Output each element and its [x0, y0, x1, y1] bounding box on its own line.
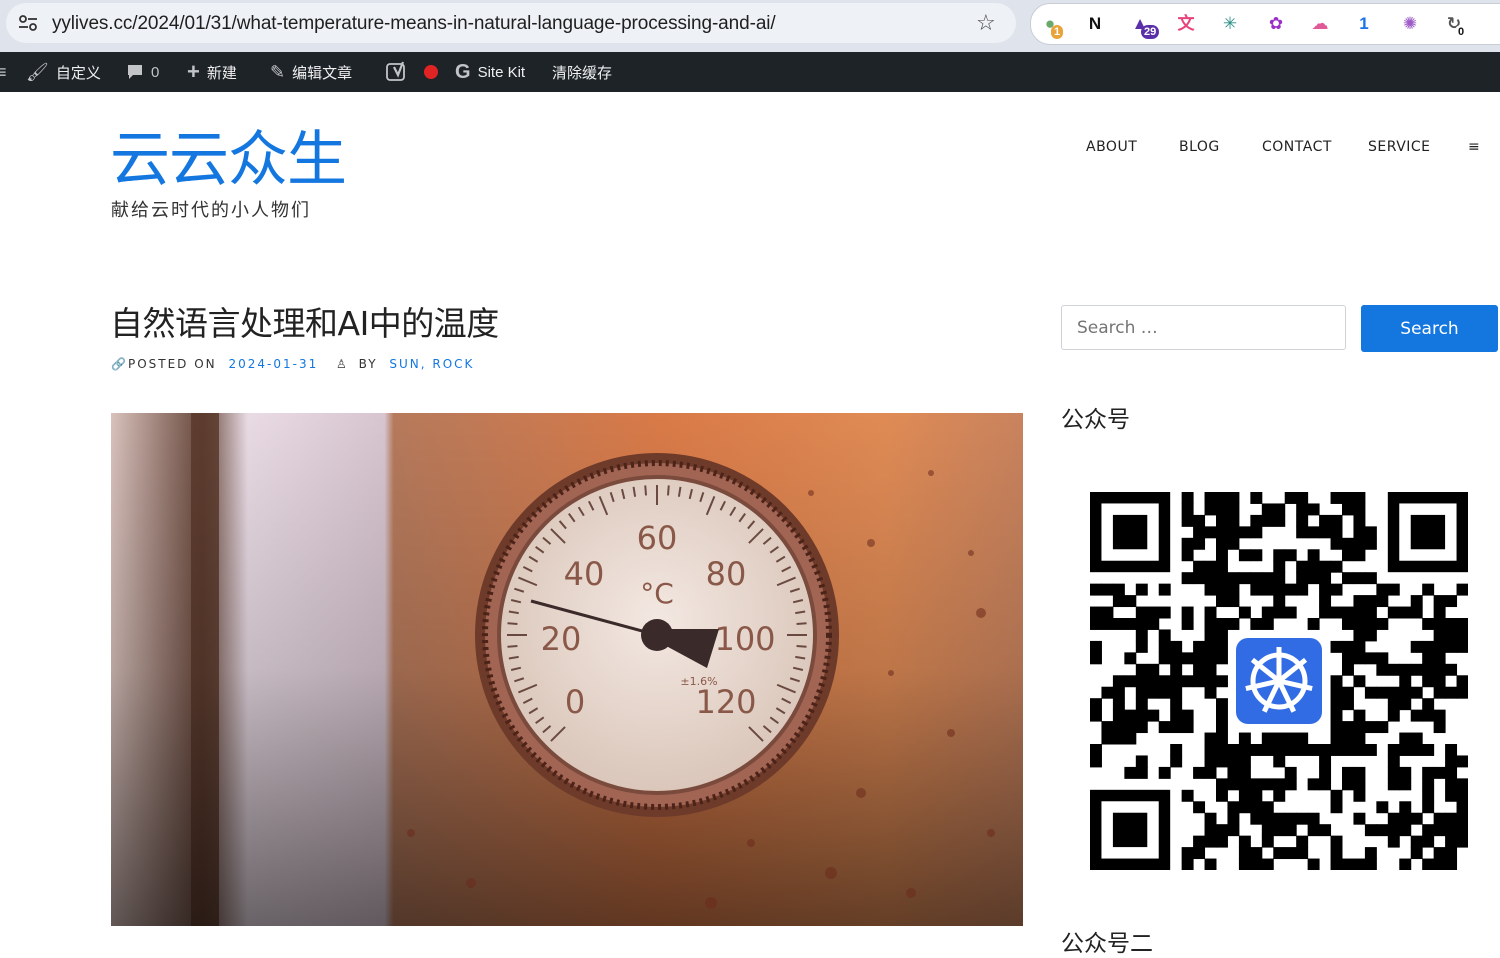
link-icon: 🔗	[111, 357, 128, 371]
comment-icon	[128, 65, 142, 79]
featured-image: 0 20 40 60 80 100 120 °C ±1.6%	[111, 413, 1023, 926]
gauge-label-60: 60	[637, 519, 678, 557]
widget-title-wechat: 公众号	[1061, 407, 1130, 433]
google-g-icon: G	[455, 60, 471, 83]
pencil-icon: ✎	[270, 62, 286, 82]
admin-edit-post-link[interactable]: ✎ 编辑文章	[270, 52, 352, 92]
customize-label: 自定义	[55, 64, 101, 82]
notion-extension-icon[interactable]: N	[1084, 13, 1106, 35]
site-settings-icon[interactable]	[18, 14, 38, 32]
url-text[interactable]: yylives.cc/2024/01/31/what-temperature-m…	[52, 13, 776, 35]
search-input[interactable]	[1061, 305, 1346, 350]
comments-count: 0	[151, 63, 160, 81]
grammar-extension-badge: 1	[1051, 25, 1064, 39]
search-button[interactable]: Search	[1361, 305, 1498, 352]
pattern-extension-icon[interactable]: ✳	[1219, 13, 1241, 35]
site-title[interactable]: 云云众生	[110, 124, 347, 196]
gauge-unit: °C	[640, 577, 674, 610]
wp-admin-bar: ≡ 🖌 自定义 0 + 新建 ✎ 编辑文章 G Site Kit 清除缓存	[0, 52, 1500, 92]
widget-title-next: 公众号二	[1061, 931, 1153, 957]
gauge-label-100: 100	[714, 620, 775, 658]
wechat-qr-code	[1090, 492, 1468, 870]
nav-contact[interactable]: CONTACT	[1262, 139, 1332, 155]
site-tagline: 献给云时代的小人物们	[111, 200, 311, 221]
edit-post-label: 编辑文章	[292, 64, 353, 82]
gauge-tolerance: ±1.6%	[680, 675, 717, 688]
purple-extension-icon[interactable]: ✿	[1265, 13, 1287, 35]
brush-icon: 🖌	[26, 62, 49, 82]
cloud-extension-icon[interactable]: ☁	[1309, 13, 1331, 35]
gauge-label-120: 120	[695, 683, 756, 721]
nav-blog[interactable]: BLOG	[1179, 139, 1220, 155]
admin-new-link[interactable]: + 新建	[187, 52, 237, 92]
translate-extension-icon[interactable]: 文	[1175, 13, 1197, 35]
clear-cache-label: 清除缓存	[552, 64, 613, 82]
openai-extension-icon[interactable]: ✺	[1399, 13, 1421, 35]
post-title: 自然语言处理和AI中的温度	[110, 304, 499, 343]
gauge-label-0: 0	[565, 683, 585, 721]
by-label: BY	[358, 357, 378, 371]
extensions-toolbar: ● 1 N ▲ 29 文 ✳ ✿ ☁ 1 ✺ ↻ 0	[1030, 3, 1500, 45]
admin-menu-toggle[interactable]: ≡	[0, 52, 7, 92]
post-authors-link[interactable]: SUN, ROCK	[389, 357, 474, 371]
nav-menu-toggle[interactable]: ≡	[1468, 139, 1480, 155]
address-bar[interactable]: yylives.cc/2024/01/31/what-temperature-m…	[6, 3, 1016, 43]
author-icon: ♙	[336, 357, 349, 371]
gauge-label-20: 20	[541, 620, 582, 658]
nav-about[interactable]: ABOUT	[1086, 139, 1137, 155]
refresh-extension-badge: 0	[1455, 25, 1468, 39]
blue-extension-icon[interactable]: 1	[1353, 13, 1375, 35]
seo-status-dot	[424, 65, 438, 79]
plus-icon: +	[187, 59, 200, 84]
admin-yoast-link[interactable]	[386, 52, 438, 92]
menu-icon: ≡	[0, 62, 7, 82]
admin-comments-link[interactable]: 0	[126, 52, 159, 92]
yoast-icon	[386, 61, 405, 81]
admin-sitekit-link[interactable]: G Site Kit	[455, 52, 525, 92]
admin-customize-link[interactable]: 🖌 自定义	[26, 52, 101, 92]
browser-chrome: yylives.cc/2024/01/31/what-temperature-m…	[0, 0, 1500, 52]
scholar-extension-badge: 29	[1141, 25, 1160, 39]
nav-service[interactable]: SERVICE	[1368, 139, 1431, 155]
gauge-label-40: 40	[564, 555, 605, 593]
gauge-label-80: 80	[706, 555, 747, 593]
admin-clear-cache-link[interactable]: 清除缓存	[552, 52, 612, 92]
bookmark-star-icon[interactable]: ☆	[976, 12, 996, 34]
post-meta: 🔗POSTED ON 2024-01-31 ♙ BY SUN, ROCK	[111, 357, 474, 371]
post-date-link[interactable]: 2024-01-31	[228, 357, 318, 371]
new-label: 新建	[206, 64, 237, 82]
posted-on-label: POSTED ON	[127, 357, 217, 371]
sitekit-label: Site Kit	[477, 63, 526, 81]
